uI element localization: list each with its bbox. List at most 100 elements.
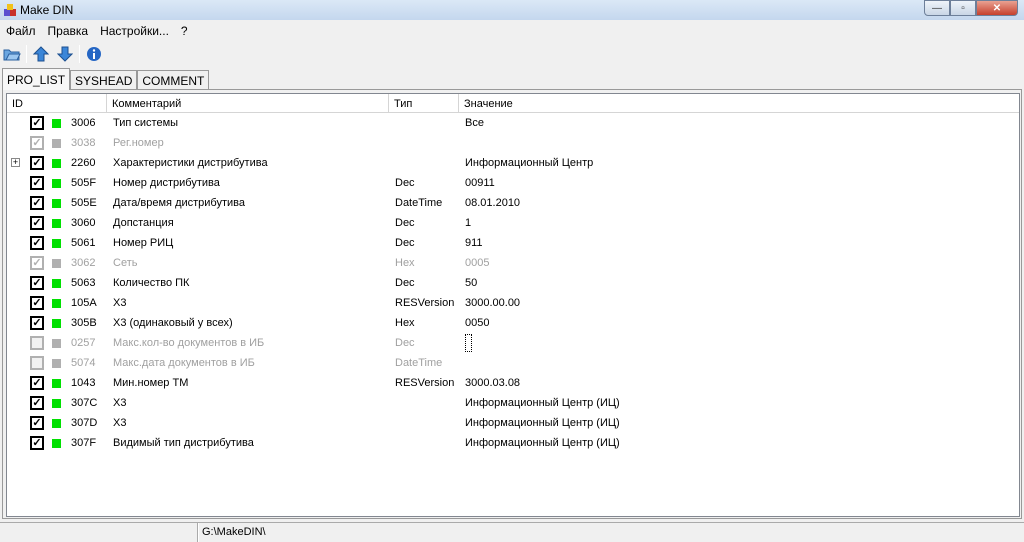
- row-value[interactable]: 1: [459, 217, 1019, 229]
- row-value[interactable]: 08.01.2010: [459, 197, 1019, 209]
- list-header: ID Комментарий Тип Значение: [7, 94, 1019, 113]
- table-row[interactable]: ✓ 505E Дата/время дистрибутива DateTime 08.0…: [7, 193, 1019, 213]
- parameter-list[interactable]: ID Комментарий Тип Значение ✓ 3006 Тип сис…: [6, 93, 1020, 517]
- tab-pro-list[interactable]: PRO_LIST: [2, 68, 71, 90]
- row-value[interactable]: 50: [459, 277, 1019, 289]
- row-checkbox[interactable]: ✓: [30, 216, 44, 230]
- row-checkbox[interactable]: ✓: [30, 296, 44, 310]
- row-id: 307C: [71, 397, 98, 409]
- row-value-text: Информационный Центр (ИЦ): [465, 417, 620, 429]
- id-cell: ✓ 5063: [7, 273, 107, 293]
- row-value[interactable]: Информационный Центр (ИЦ): [459, 397, 1019, 409]
- table-row[interactable]: 5074 Макс.дата документов в ИБ DateTime: [7, 353, 1019, 373]
- table-row[interactable]: ✓ 3006 Тип системы Все: [7, 113, 1019, 133]
- row-type: Hex: [395, 257, 415, 269]
- menu-file[interactable]: Файл: [0, 22, 42, 40]
- row-id: 3006: [71, 117, 96, 129]
- row-checkbox[interactable]: [30, 336, 44, 350]
- row-id: 307F: [71, 437, 97, 449]
- table-row[interactable]: ✓ 505F Номер дистрибутива Dec 00911: [7, 173, 1019, 193]
- status-indicator-icon: [52, 199, 61, 208]
- row-checkbox[interactable]: ✓: [30, 416, 44, 430]
- row-checkbox[interactable]: ✓: [30, 276, 44, 290]
- close-button[interactable]: ✕: [976, 0, 1018, 16]
- row-checkbox[interactable]: ✓: [30, 236, 44, 250]
- edit-focus[interactable]: [465, 334, 472, 352]
- row-value[interactable]: [459, 334, 1019, 352]
- row-value-text: 00911: [465, 177, 495, 189]
- row-value[interactable]: 0005: [459, 257, 1019, 269]
- id-cell: ✓ 3060: [7, 213, 107, 233]
- expand-icon[interactable]: +: [11, 158, 20, 167]
- status-path: G:\MakeDIN\: [198, 523, 269, 542]
- row-checkbox[interactable]: ✓: [30, 376, 44, 390]
- row-value[interactable]: 0050: [459, 317, 1019, 329]
- table-row[interactable]: ✓ 307F Видимый тип дистрибутива Информацион…: [7, 433, 1019, 453]
- row-id: 307D: [71, 417, 98, 429]
- row-value-text: 3000.00.00: [465, 297, 521, 309]
- tab-syshead[interactable]: SYSHEAD: [70, 70, 138, 89]
- info-icon[interactable]: [84, 44, 104, 64]
- row-checkbox[interactable]: ✓: [30, 316, 44, 330]
- column-header-type[interactable]: Тип: [389, 94, 459, 112]
- table-row[interactable]: ✓ 3062 Сеть Hex 0005: [7, 253, 1019, 273]
- row-comment: Номер дистрибутива: [113, 177, 220, 189]
- row-value[interactable]: Информационный Центр (ИЦ): [459, 417, 1019, 429]
- row-checkbox[interactable]: ✓: [30, 196, 44, 210]
- row-checkbox[interactable]: ✓: [30, 116, 44, 130]
- row-id: 5061: [71, 237, 96, 249]
- row-value[interactable]: 3000.03.08: [459, 377, 1019, 389]
- row-value[interactable]: Все: [459, 117, 1019, 129]
- maximize-button[interactable]: ▫: [950, 0, 976, 16]
- row-value[interactable]: Информационный Центр: [459, 157, 1019, 169]
- minimize-button[interactable]: —: [924, 0, 950, 16]
- status-indicator-icon: [52, 159, 61, 168]
- table-row[interactable]: ✓ 305B Х3 (одинаковый у всех) Hex 0050: [7, 313, 1019, 333]
- move-up-icon[interactable]: [31, 44, 51, 64]
- row-value-text: 911: [465, 237, 483, 249]
- title-bar: Make DIN — ▫ ✕: [0, 0, 1024, 20]
- row-value-text: 3000.03.08: [465, 377, 521, 389]
- open-folder-icon[interactable]: [2, 44, 22, 64]
- row-value-text: 0005: [465, 257, 490, 269]
- table-row[interactable]: ✓ 1043 Мин.номер ТМ RESVersion 3000.03.08: [7, 373, 1019, 393]
- row-comment: Макс.кол-во документов в ИБ: [113, 337, 265, 349]
- row-checkbox[interactable]: ✓: [30, 176, 44, 190]
- table-row[interactable]: ✓ 307C Х3 Информационный Центр (ИЦ): [7, 393, 1019, 413]
- menu-edit[interactable]: Правка: [42, 22, 95, 40]
- table-row[interactable]: ✓ 5061 Номер РИЦ Dec 911: [7, 233, 1019, 253]
- row-value[interactable]: 3000.00.00: [459, 297, 1019, 309]
- status-indicator-icon: [52, 379, 61, 388]
- row-value[interactable]: 911: [459, 237, 1019, 249]
- row-checkbox[interactable]: ✓: [30, 436, 44, 450]
- row-comment: Х3: [113, 417, 127, 429]
- table-row[interactable]: ✓ 5063 Количество ПК Dec 50: [7, 273, 1019, 293]
- tab-comment[interactable]: COMMENT: [137, 70, 210, 89]
- table-row[interactable]: ✓ 3060 Допстанция Dec 1: [7, 213, 1019, 233]
- table-row[interactable]: ✓ 3038 Рег.номер: [7, 133, 1019, 153]
- move-down-icon[interactable]: [55, 44, 75, 64]
- table-row[interactable]: + ✓ 2260 Характеристики дистрибутива Информа…: [7, 153, 1019, 173]
- row-checkbox[interactable]: ✓: [30, 136, 44, 150]
- id-cell: + ✓ 2260: [7, 153, 107, 173]
- toolbar: [2, 42, 104, 66]
- row-checkbox[interactable]: ✓: [30, 256, 44, 270]
- row-comment: Тип системы: [113, 117, 179, 129]
- menu-help[interactable]: ?: [175, 22, 194, 40]
- table-row[interactable]: ✓ 307D Х3 Информационный Центр (ИЦ): [7, 413, 1019, 433]
- column-header-id[interactable]: ID: [7, 94, 107, 112]
- row-checkbox[interactable]: ✓: [30, 156, 44, 170]
- column-header-value[interactable]: Значение: [459, 94, 1019, 112]
- row-comment: Х3 (одинаковый у всех): [113, 317, 233, 329]
- column-header-comment[interactable]: Комментарий: [107, 94, 389, 112]
- row-checkbox[interactable]: ✓: [30, 396, 44, 410]
- menu-settings[interactable]: Настройки...: [94, 22, 175, 40]
- row-value-text: 1: [465, 217, 472, 229]
- row-value[interactable]: 00911: [459, 177, 1019, 189]
- table-row[interactable]: 0257 Макс.кол-во документов в ИБ Dec: [7, 333, 1019, 353]
- row-value[interactable]: Информационный Центр (ИЦ): [459, 437, 1019, 449]
- table-row[interactable]: ✓ 105A Х3 RESVersion 3000.00.00: [7, 293, 1019, 313]
- tab-panel: ID Комментарий Тип Значение ✓ 3006 Тип сис…: [2, 89, 1022, 519]
- row-comment: Х3: [113, 397, 127, 409]
- row-checkbox[interactable]: [30, 356, 44, 370]
